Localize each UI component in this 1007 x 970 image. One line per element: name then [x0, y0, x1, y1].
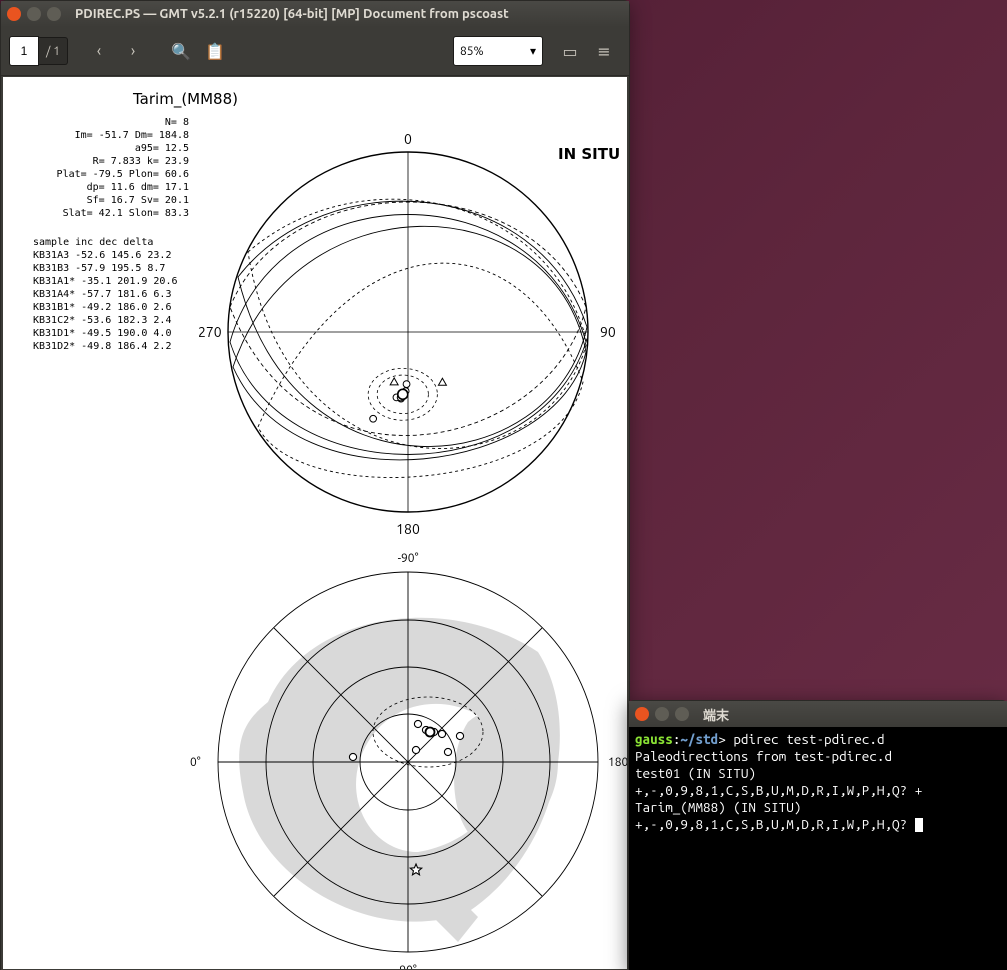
vgp-point [444, 748, 451, 755]
document-viewer-window: PDIREC.PS — GMT v5.2.1 (r15220) [64-bit]… [0, 0, 630, 970]
terminal-title: 端末 [703, 705, 729, 724]
mean-direction [398, 389, 408, 399]
vgp-point [414, 720, 421, 727]
svg-text:0: 0 [404, 131, 412, 147]
svg-text:90: 90 [600, 324, 616, 340]
svg-text:-90°: -90° [398, 552, 419, 565]
vgp-point [438, 730, 445, 737]
hamburger-icon: ≡ [597, 42, 610, 61]
close-icon[interactable] [7, 7, 21, 21]
page-number-input[interactable] [9, 36, 39, 66]
fit-page-button[interactable]: ▭ [555, 36, 585, 66]
term-line-3: +,-,0,9,8,1,C,S,B,U,M,D,R,I,W,P,H,Q? + [635, 782, 922, 798]
svg-text:Slat= 42.1 Slon= 83.3: Slat= 42.1 Slon= 83.3 [63, 208, 189, 219]
mean-pole [426, 728, 435, 737]
term-line-0: pdirec test-pdirec.d [733, 731, 884, 747]
sample-row: KB31A3 -52.6 145.6 23.2 [33, 250, 171, 261]
term-line-5: +,-,0,9,8,1,C,S,B,U,M,D,R,I,W,P,H,Q? [635, 816, 915, 832]
vgp-point [412, 746, 419, 753]
maximize-icon[interactable] [47, 7, 61, 21]
sample-row: KB31A1* -35.1 201.9 20.6 [33, 276, 178, 287]
terminal-window: 端末 gauss:~/std> pdirec test-pdirec.d Pal… [628, 700, 1007, 970]
sample-row: KB31A4* -57.7 181.6 6.3 [33, 289, 171, 300]
desktop: PDIREC.PS — GMT v5.2.1 (r15220) [64-bit]… [0, 0, 1007, 970]
svg-text:Plat= -79.5 Plon= 60.6: Plat= -79.5 Plon= 60.6 [57, 169, 189, 180]
stats-block: N= 8 Im= -51.7 Dm= 184.8 a95= 12.5 R= 7.… [57, 117, 189, 219]
terminal-body[interactable]: gauss:~/std> pdirec test-pdirec.d Paleod… [629, 727, 1007, 970]
polar-map-plot: -90° 180° 90° 0° [190, 552, 627, 969]
prev-page-button[interactable]: ‹ [84, 36, 114, 66]
zoom-value: 85% [460, 45, 484, 58]
copy-button[interactable]: 📋 [200, 36, 230, 66]
sample-row: KB31B1* -49.2 186.0 2.6 [33, 302, 171, 313]
svg-text:Sf= 16.7 Sv= 20.1: Sf= 16.7 Sv= 20.1 [87, 195, 189, 206]
svg-text:90°: 90° [399, 964, 417, 969]
terminal-titlebar[interactable]: 端末 [629, 701, 1007, 727]
svg-text:N= 8: N= 8 [165, 117, 189, 128]
sample-point [438, 378, 446, 385]
minimize-icon[interactable] [655, 707, 669, 721]
chevron-down-icon: ▾ [530, 44, 536, 58]
close-icon[interactable] [635, 707, 649, 721]
ps-figure: Tarim_(MM88) N= 8 Im= -51.7 Dm= 184.8 a9… [3, 77, 627, 969]
viewer-titlebar[interactable]: PDIREC.PS — GMT v5.2.1 (r15220) [64-bit]… [1, 1, 629, 27]
chevron-left-icon: ‹ [97, 42, 102, 60]
sample-row: KB31D2* -49.8 186.4 2.2 [33, 341, 171, 352]
viewer-toolbar: / 1 ‹ › 🔍 📋 85% ▾ ▭ ≡ [1, 27, 629, 76]
page-fit-icon: ▭ [562, 42, 577, 61]
maximize-icon[interactable] [675, 707, 689, 721]
chart-title: Tarim_(MM88) [132, 90, 238, 109]
svg-text:dp= 11.6 dm= 17.1: dp= 11.6 dm= 17.1 [87, 182, 189, 193]
svg-text:180°: 180° [608, 756, 627, 769]
document-page[interactable]: Tarim_(MM88) N= 8 Im= -51.7 Dm= 184.8 a9… [3, 77, 627, 969]
search-icon: 🔍 [171, 42, 191, 61]
sample-row: KB31D1* -49.5 190.0 4.0 [33, 328, 171, 339]
svg-text:180: 180 [396, 521, 420, 537]
svg-text:sample inc dec delta: sample inc dec delta [33, 237, 153, 248]
prompt-user: gauss [635, 731, 673, 747]
sample-row: KB31B3 -57.9 195.5 8.7 [33, 263, 165, 274]
chevron-right-icon: › [131, 42, 136, 60]
term-line-1: Paleodirections from test-pdirec.d [635, 748, 892, 764]
next-page-button[interactable]: › [118, 36, 148, 66]
page-total-label: / 1 [39, 37, 68, 65]
window-title: PDIREC.PS — GMT v5.2.1 (r15220) [64-bit]… [75, 7, 509, 21]
sample-point [390, 378, 398, 385]
samples-table: sample inc dec delta KB31A3 -52.6 145.6 … [33, 237, 178, 352]
vgp-point [349, 753, 356, 760]
svg-text:a95= 12.5: a95= 12.5 [135, 143, 189, 154]
stereonet-plot: 0 90 180 270 [198, 131, 616, 537]
prompt-path: ~/std [680, 731, 718, 747]
term-line-4: Tarim_(MM88) (IN SITU) [635, 799, 801, 815]
vgp-point [456, 732, 463, 739]
sample-row: KB31C2* -53.6 182.3 2.4 [33, 315, 171, 326]
svg-text:270: 270 [198, 324, 222, 340]
zoom-select[interactable]: 85% ▾ [453, 36, 543, 66]
search-button[interactable]: 🔍 [166, 36, 196, 66]
sample-point [370, 415, 377, 422]
minimize-icon[interactable] [27, 7, 41, 21]
clipboard-icon: 📋 [205, 42, 225, 61]
term-line-2: test01 (IN SITU) [635, 765, 756, 781]
insitu-label: IN SITU [558, 145, 620, 163]
svg-text:Im= -51.7 Dm= 184.8: Im= -51.7 Dm= 184.8 [75, 130, 189, 141]
cursor-icon [915, 818, 923, 832]
sample-point [403, 381, 410, 388]
svg-text:R= 7.833 k= 23.9: R= 7.833 k= 23.9 [93, 156, 189, 167]
menu-button[interactable]: ≡ [589, 36, 619, 66]
svg-text:0°: 0° [190, 756, 201, 769]
